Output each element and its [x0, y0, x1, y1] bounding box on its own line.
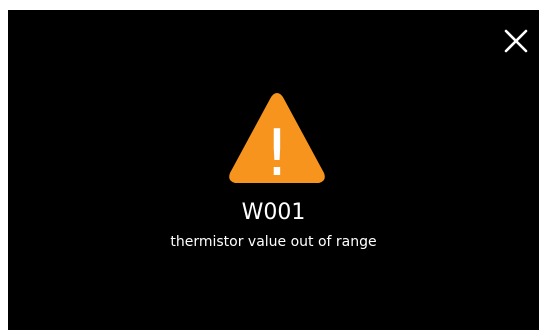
- error-code: W001: [241, 200, 306, 225]
- close-icon: [504, 29, 528, 53]
- close-button[interactable]: [499, 24, 533, 58]
- alert-screen: ! W001 thermistor value out of range: [8, 10, 539, 330]
- error-message: thermistor value out of range: [170, 234, 377, 250]
- warning-triangle-icon: !: [226, 89, 328, 187]
- warning-exclamation: !: [264, 117, 290, 187]
